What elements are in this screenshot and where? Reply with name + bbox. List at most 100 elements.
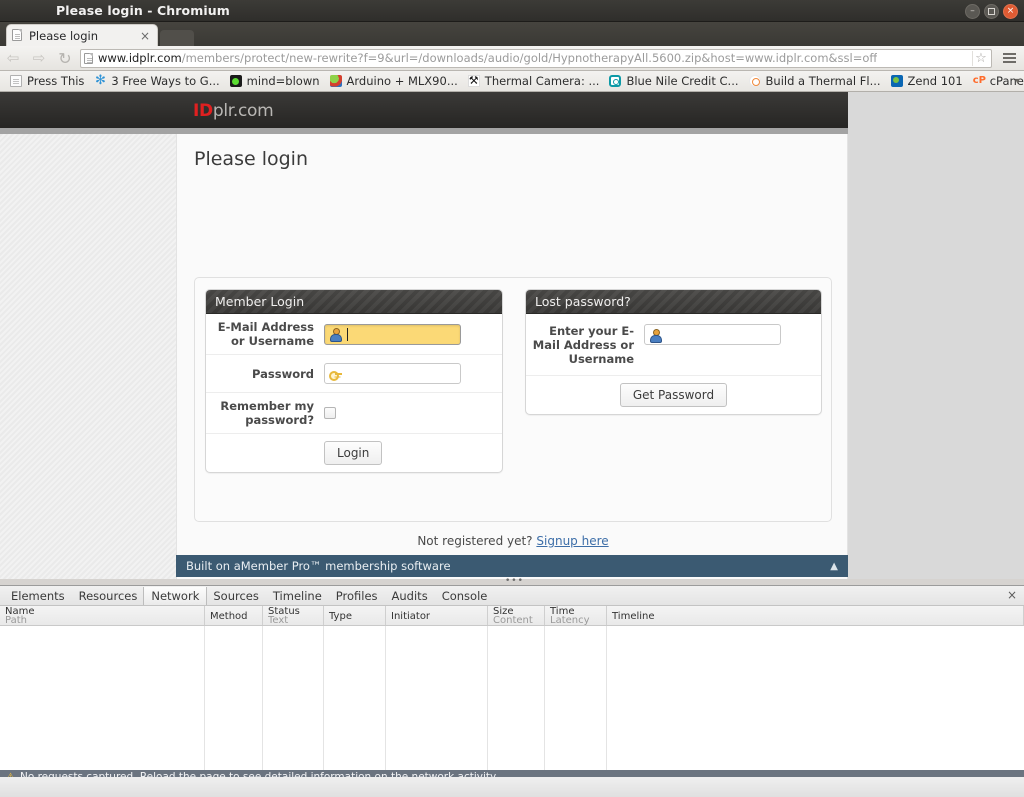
tab-close-icon[interactable]: × [138, 30, 152, 42]
email-input[interactable] [324, 323, 461, 345]
site-content: Please login Member Login E-Mail Address… [176, 134, 848, 579]
maximize-button[interactable] [984, 4, 999, 19]
lost-password-panel: Lost password? Enter your E-Mail Address… [525, 289, 822, 415]
key-icon [328, 367, 342, 381]
bookmark-item[interactable]: Build a Thermal Fl... [744, 72, 886, 90]
column-header-size[interactable]: Size Content [488, 606, 545, 626]
member-login-body: E-Mail Address or Username Password Reme… [206, 314, 502, 472]
password-field-row: Password [206, 355, 502, 393]
column-header-status[interactable]: Status Text [263, 606, 324, 626]
bookmark-item[interactable]: ✻ 3 Free Ways to G... [89, 72, 224, 90]
login-submit-row: Login [206, 434, 502, 472]
zend-icon [890, 75, 903, 87]
window-controls: – × [965, 4, 1018, 19]
column-body-time [545, 626, 607, 770]
column-subtitle: Latency [550, 615, 590, 626]
devtools-close-icon[interactable]: × [1007, 589, 1017, 601]
column-body-size [488, 626, 545, 770]
page-info-icon[interactable] [84, 52, 93, 64]
page-right-gutter [848, 92, 1024, 579]
browser-tab[interactable]: Please login × [6, 24, 158, 46]
column-body-name [0, 626, 205, 770]
devtools-tab-resources[interactable]: Resources [72, 587, 145, 605]
devtools-tab-console[interactable]: Console [435, 587, 495, 605]
bookmarks-overflow-icon[interactable]: ▾ [1015, 76, 1020, 87]
bookmark-star-button[interactable]: ☆ [972, 50, 989, 66]
get-password-row: Get Password [526, 376, 821, 414]
column-header-method[interactable]: Method [205, 606, 263, 625]
devtools-tab-elements[interactable]: Elements [4, 587, 72, 605]
remember-checkbox[interactable] [324, 407, 336, 419]
site-logo[interactable]: IDplr.com [193, 101, 274, 121]
collapse-arrow-icon[interactable]: ▲ [830, 561, 838, 572]
teal-ring-icon [609, 75, 622, 87]
window-title: Please login - Chromium [56, 3, 230, 18]
column-header-initiator[interactable]: Initiator [386, 606, 488, 625]
column-title: Method [210, 610, 248, 622]
address-bar[interactable]: www.idplr.com/members/protect/new-rewrit… [80, 48, 992, 68]
bookmark-item[interactable]: Arduino + MLX90... [325, 72, 463, 90]
bookmark-item[interactable]: Press This [5, 72, 89, 90]
remember-label: Remember my password? [220, 399, 314, 427]
back-icon[interactable]: ⇦ [0, 46, 26, 70]
cpanel-icon: cP [972, 75, 986, 86]
signup-prompt-text: Not registered yet? [417, 534, 533, 548]
devtools-resize-grip[interactable]: ••• [505, 577, 523, 586]
bookmark-label: 3 Free Ways to G... [111, 74, 220, 88]
login-button[interactable]: Login [324, 441, 383, 465]
page-title: Please login [194, 148, 308, 170]
member-login-panel: Member Login E-Mail Address or Username … [205, 289, 503, 473]
column-body-method [205, 626, 263, 770]
bookmark-label: Thermal Camera: ... [484, 74, 600, 88]
tab-strip: Please login × [0, 22, 1024, 46]
devtools-tab-audits[interactable]: Audits [385, 587, 435, 605]
asterisk-icon: ✻ [94, 73, 106, 88]
column-header-timeline[interactable]: Timeline [607, 606, 1024, 625]
column-subtitle: Path [5, 615, 27, 626]
password-label: Password [252, 366, 314, 381]
document-icon [10, 75, 22, 87]
bookmark-item[interactable]: Thermal Camera: ... [463, 72, 605, 90]
window-bottom-strip [0, 777, 1024, 797]
bookmark-label: Press This [27, 74, 85, 88]
site-footer-text: Built on aMember Pro™ membership softwar… [186, 559, 451, 573]
column-header-time[interactable]: Time Latency [545, 606, 607, 626]
close-button[interactable]: × [1003, 4, 1018, 19]
column-subtitle: Content [493, 615, 533, 626]
devtools-tab-timeline[interactable]: Timeline [266, 587, 329, 605]
bookmark-label: Arduino + MLX90... [346, 74, 458, 88]
bookmark-item[interactable]: Zend 101 [886, 72, 968, 90]
recovery-email-row: Enter your E-Mail Address or Username [526, 314, 821, 376]
devtools-tab-profiles[interactable]: Profiles [329, 587, 385, 605]
green-dot-icon [229, 75, 242, 87]
column-title: Initiator [391, 610, 431, 622]
window-titlebar: Please login - Chromium – × [0, 0, 1024, 22]
text-caret [347, 327, 348, 341]
devtools-tabbar: Elements Resources Network Sources Timeline P… [0, 586, 1024, 606]
bookmark-label: mind=blown [246, 74, 320, 88]
tool-icon [467, 74, 480, 87]
password-input[interactable] [324, 363, 461, 384]
bookmark-item[interactable]: mind=blown [225, 72, 325, 90]
recovery-email-input[interactable] [644, 324, 781, 345]
bookmark-item[interactable]: Blue Nile Credit C... [604, 72, 743, 90]
cube-icon [329, 75, 342, 87]
star-icon: ☆ [975, 50, 987, 66]
column-title: Timeline [612, 610, 655, 622]
new-tab-button[interactable] [160, 30, 194, 46]
column-header-type[interactable]: Type [324, 606, 386, 625]
get-password-button[interactable]: Get Password [619, 383, 728, 407]
minimize-button[interactable]: – [965, 4, 980, 19]
chrome-menu-icon[interactable] [996, 46, 1022, 70]
orange-ring-icon [748, 75, 761, 87]
devtools-tab-network[interactable]: Network [143, 586, 208, 605]
site-header: IDplr.com [0, 92, 848, 128]
forward-icon[interactable]: ⇨ [26, 46, 52, 70]
column-header-name[interactable]: Name Path [0, 606, 205, 626]
page-viewport: IDplr.com Please login Member Login E-Ma… [0, 92, 1024, 579]
signup-link[interactable]: Signup here [536, 534, 608, 548]
page-favicon-icon [12, 29, 24, 42]
url-host: www.idplr.com [98, 51, 182, 65]
devtools-tab-sources[interactable]: Sources [206, 587, 266, 605]
reload-icon[interactable]: ↻ [52, 46, 78, 70]
